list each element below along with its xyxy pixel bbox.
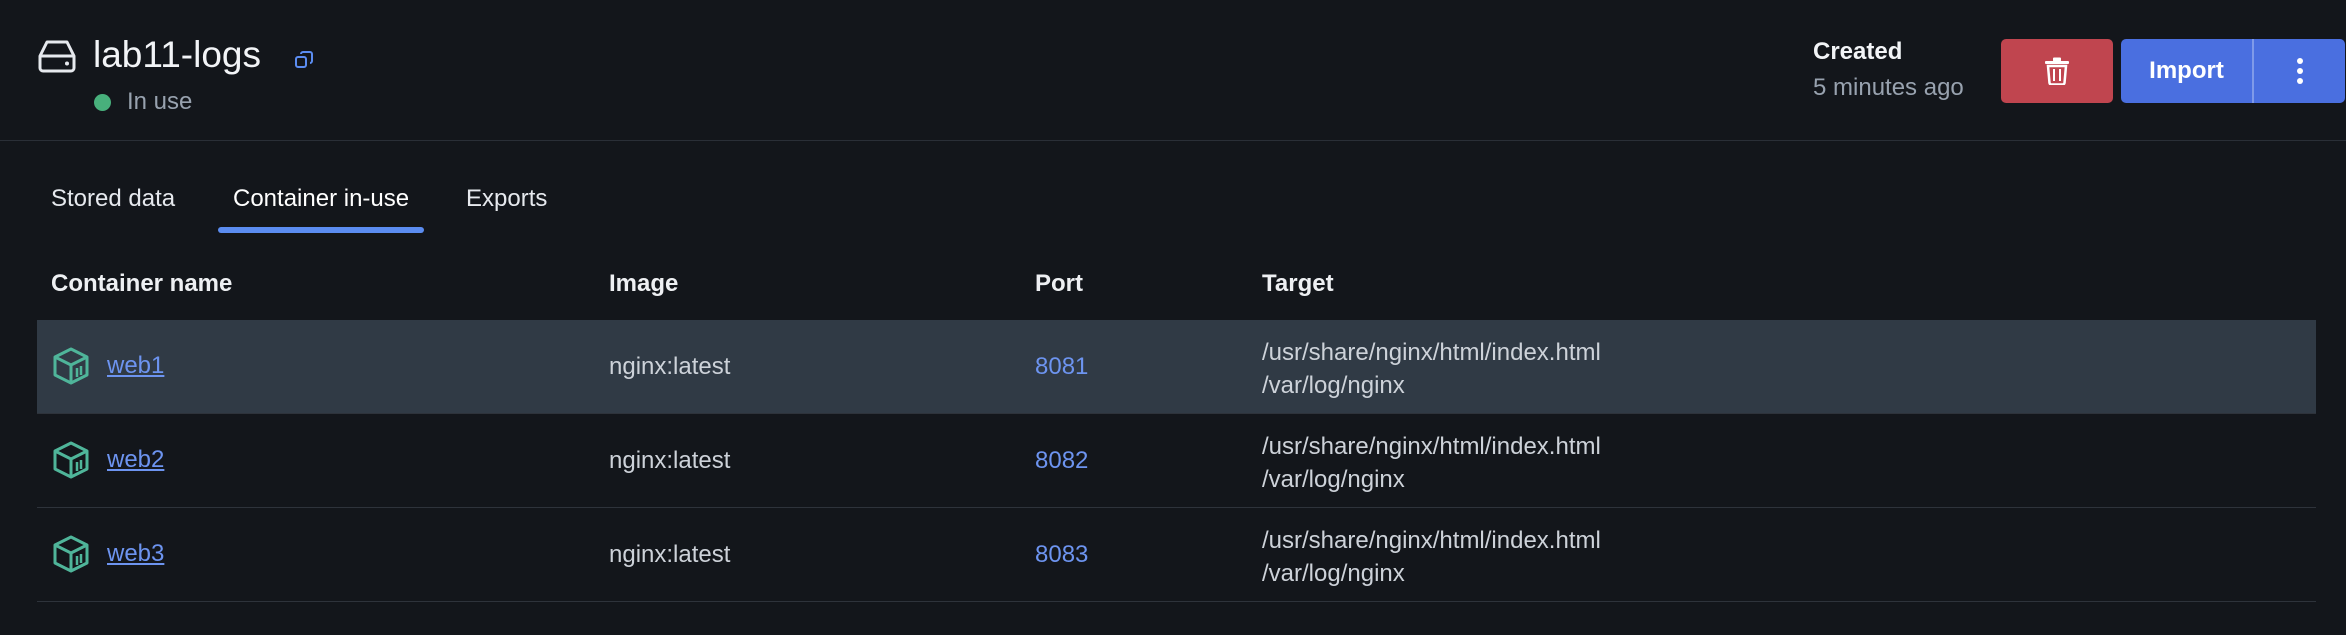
more-options-button[interactable] [2254,39,2345,103]
table-row[interactable]: web2 nginx:latest 8082 /usr/share/nginx/… [37,414,2316,508]
volume-status: In use [94,88,192,116]
status-dot [94,93,111,111]
status-text: In use [127,88,193,115]
column-header-port[interactable]: Port [1035,270,1083,298]
image-cell: nginx:latest [609,541,731,568]
volume-name: lab11-logs [93,34,261,75]
image-cell: nginx:latest [609,447,731,474]
created-info: Created 5 minutes ago [1813,38,1964,102]
column-header-target[interactable]: Target [1262,270,1334,298]
port-link[interactable]: 8083 [1035,541,1088,569]
target-cell: /usr/share/nginx/html/index.html /var/lo… [1262,524,1601,590]
tab-exports[interactable]: Exports [466,185,547,213]
container-icon [53,535,89,573]
active-tab-indicator [218,227,424,233]
import-button[interactable]: Import [2121,39,2252,103]
target-cell: /usr/share/nginx/html/index.html /var/lo… [1262,336,1601,402]
tab-stored-data[interactable]: Stored data [51,185,175,213]
tab-container-in-use[interactable]: Container in-use [233,185,409,213]
target-cell: /usr/share/nginx/html/index.html /var/lo… [1262,430,1601,496]
column-header-container-name[interactable]: Container name [51,270,232,298]
delete-button[interactable] [2001,39,2113,103]
trash-icon [2045,57,2069,85]
target-path: /usr/share/nginx/html/index.html [1262,339,1601,366]
image-cell: nginx:latest [609,353,731,380]
created-value: 5 minutes ago [1813,74,1964,101]
target-path: /usr/share/nginx/html/index.html [1262,433,1601,460]
target-path: /usr/share/nginx/html/index.html [1262,527,1601,554]
container-icon [53,441,89,479]
port-link[interactable]: 8082 [1035,447,1088,475]
target-path: /var/log/nginx [1262,466,1405,493]
target-path: /var/log/nginx [1262,560,1405,587]
copy-icon[interactable] [294,50,314,70]
container-name-link[interactable]: web1 [107,352,164,380]
table-row[interactable]: web3 nginx:latest 8083 /usr/share/nginx/… [37,508,2316,602]
container-icon [53,347,89,385]
volume-header: lab11-logs In use Created 5 minutes ago … [0,0,2346,141]
column-header-image[interactable]: Image [609,270,678,298]
table-row[interactable]: web1 nginx:latest 8081 /usr/share/nginx/… [37,320,2316,414]
target-path: /var/log/nginx [1262,372,1405,399]
container-name-link[interactable]: web2 [107,446,164,474]
container-name-link[interactable]: web3 [107,540,164,568]
hard-drive-icon [38,40,76,73]
created-label: Created [1813,38,1903,65]
port-link[interactable]: 8081 [1035,353,1088,381]
kebab-icon [2296,58,2303,84]
